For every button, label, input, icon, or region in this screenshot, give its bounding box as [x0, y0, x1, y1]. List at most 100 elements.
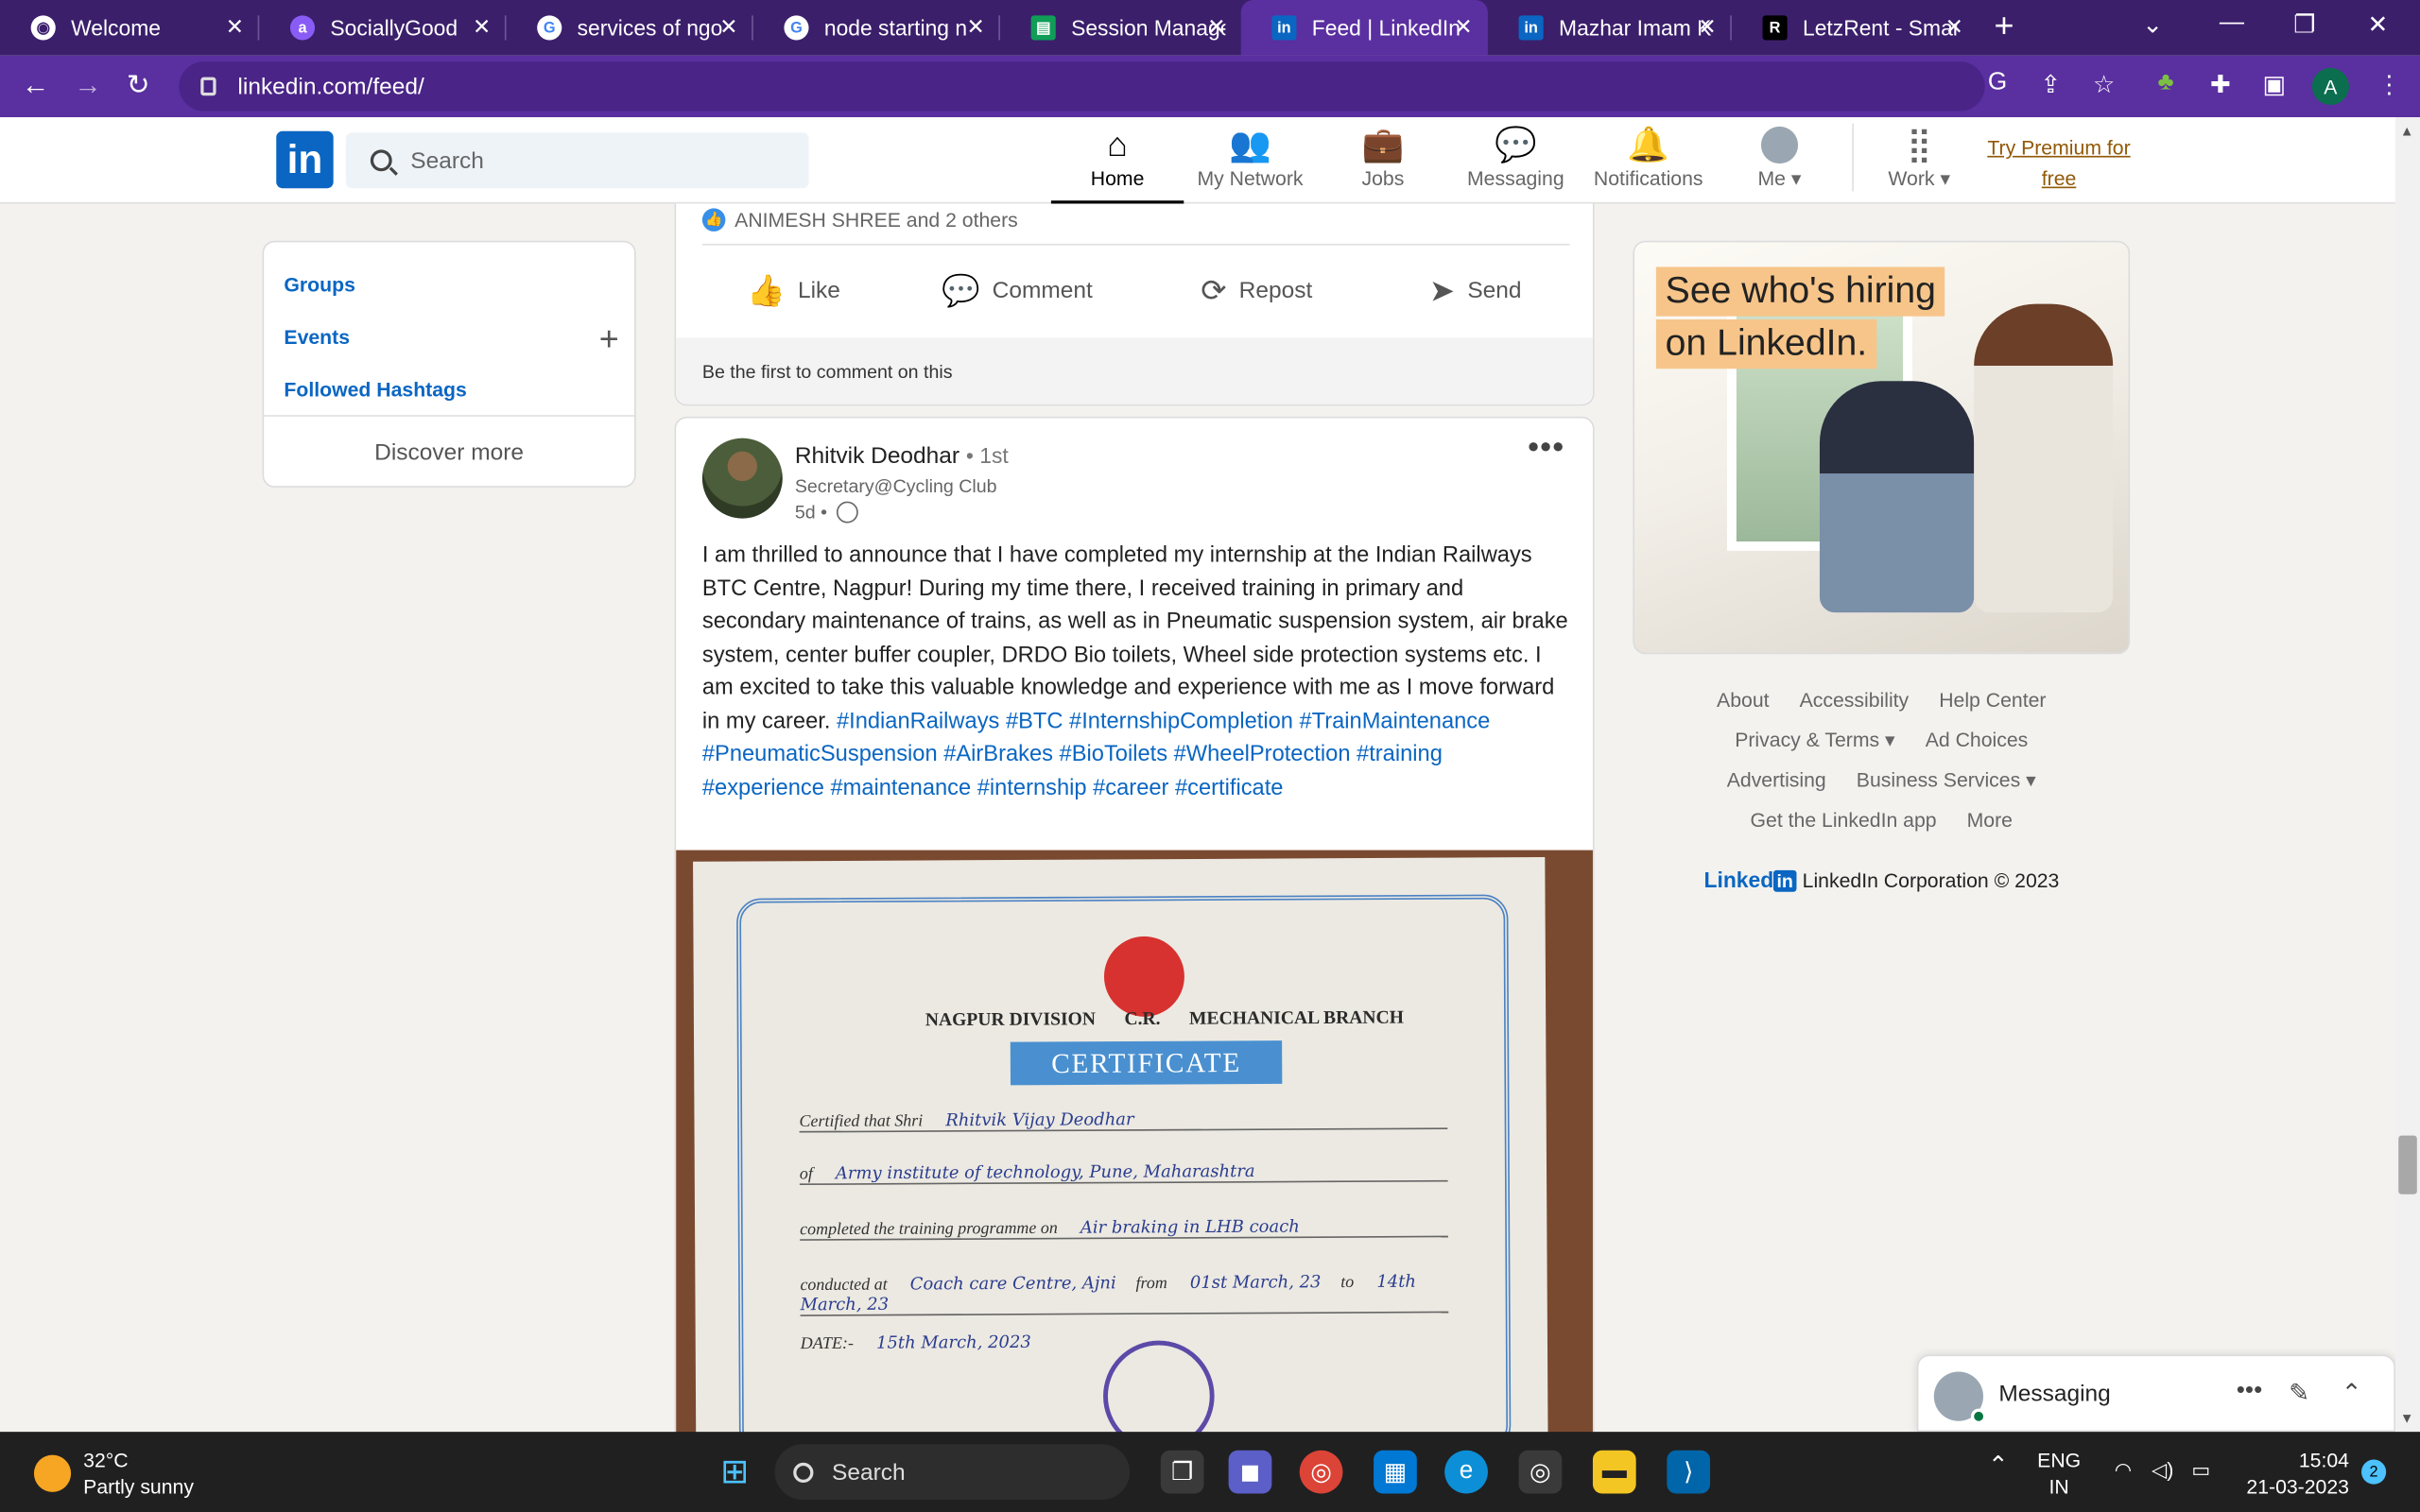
close-tab-icon[interactable]: ✕ — [719, 14, 737, 41]
volume-icon[interactable]: ◁) — [2152, 1456, 2173, 1483]
reload-icon[interactable]: ↻ — [127, 69, 150, 101]
tab-title: node starting n — [823, 15, 968, 41]
more-options-icon[interactable]: ••• — [2237, 1378, 2262, 1405]
extension-tree-icon[interactable]: ♣ — [2158, 69, 2174, 96]
vscode-icon[interactable]: ⟩ — [1667, 1450, 1711, 1494]
google-lens-icon[interactable]: G — [1988, 69, 2007, 96]
nav-me-text: Me — [1757, 166, 1786, 190]
tab-mazhar-imam[interactable]: in Mazhar Imam K ✕ — [1488, 0, 1732, 56]
footer-link-privacy-terms[interactable]: Privacy & Terms ▾ — [1735, 729, 1894, 751]
chrome-icon[interactable]: ◎ — [1299, 1450, 1343, 1494]
close-tab-icon[interactable]: ✕ — [226, 14, 244, 41]
side-panel-icon[interactable]: ▣ — [2263, 69, 2287, 100]
more-options-icon[interactable]: ••• — [1528, 431, 1564, 467]
compose-icon[interactable]: ✎ — [2289, 1378, 2309, 1409]
close-tab-icon[interactable]: ✕ — [1698, 14, 1716, 41]
chrome-menu-icon[interactable]: ⋮ — [2377, 69, 2401, 100]
repost-label: Repost — [1238, 277, 1313, 304]
search-input[interactable]: Search — [345, 132, 809, 189]
close-tab-icon[interactable]: ✕ — [473, 14, 491, 41]
close-tab-icon[interactable]: ✕ — [1454, 14, 1472, 41]
teams-chat-icon[interactable]: ◼ — [1228, 1450, 1272, 1494]
comment-button[interactable]: 💬 Comment — [942, 271, 1093, 310]
clock[interactable]: 15:04 21-03-2023 — [2244, 1447, 2349, 1500]
messaging-overlay[interactable]: Messaging ••• ✎ ⌃ — [1916, 1354, 2395, 1433]
cert-label: from — [1135, 1274, 1167, 1294]
back-icon[interactable]: ← — [22, 69, 49, 101]
close-tab-icon[interactable]: ✕ — [1207, 14, 1225, 41]
reaction-summary[interactable]: 👍 ANIMESH SHREE and 2 others — [701, 208, 1018, 232]
messaging-title: Messaging — [1998, 1381, 2111, 1408]
chrome-profile-icon[interactable]: ◎ — [1518, 1450, 1563, 1494]
nav-work[interactable]: ⣿ Work ▾ — [1852, 123, 1984, 192]
restore-icon[interactable]: ❐ — [2293, 9, 2315, 41]
linkedin-logo[interactable]: in — [276, 130, 334, 189]
language-indicator[interactable]: ENG IN — [2037, 1447, 2081, 1500]
try-premium-link[interactable]: Try Premium for free — [1981, 132, 2135, 194]
bookmark-star-icon[interactable]: ☆ — [2093, 69, 2115, 100]
footer-link-help-center[interactable]: Help Center — [1939, 688, 2046, 711]
weather-widget[interactable]: 32°C Partly sunny — [33, 1447, 194, 1500]
hiring-ad[interactable]: See who's hiring on LinkedIn. — [1633, 240, 2131, 655]
like-button[interactable]: 👍 Like — [747, 271, 840, 310]
tab-feed-linkedin[interactable]: in Feed | LinkedIn ✕ — [1240, 0, 1488, 56]
footer-link-more[interactable]: More — [1967, 809, 2013, 832]
sidebar-item-followed-hashtags[interactable]: Followed Hashtags — [284, 378, 466, 401]
profile-avatar[interactable]: A — [2311, 67, 2349, 106]
wordmark-text: Linked — [1703, 867, 1774, 892]
nav-notifications[interactable]: 🔔 Notifications — [1582, 124, 1715, 190]
microsoft-store-icon[interactable]: ▦ — [1374, 1450, 1417, 1494]
post-image[interactable]: NAGPUR DIVISION C.R. MECHANICAL BRANCH C… — [676, 850, 1593, 1434]
nav-my-network[interactable]: 👥 My Network — [1184, 124, 1316, 190]
tab-services-ngo[interactable]: G services of ngo ✕ — [507, 0, 753, 56]
sidebar-item-events[interactable]: Events — [284, 325, 350, 348]
task-view-icon[interactable]: ❐ — [1160, 1450, 1204, 1494]
new-tab-button[interactable]: + — [1994, 7, 2014, 46]
extensions-puzzle-icon[interactable]: ✚ — [2210, 69, 2231, 100]
url-omnibox[interactable]: linkedin.com/feed/ — [179, 61, 1985, 112]
scroll-up-icon[interactable]: ▲ — [2400, 124, 2414, 139]
file-explorer-icon[interactable]: ▬ — [1592, 1450, 1636, 1494]
footer-link-ad-choices[interactable]: Ad Choices — [1926, 729, 2029, 751]
nav-me[interactable]: Me ▾ — [1713, 124, 1845, 192]
footer-link-advertising[interactable]: Advertising — [1727, 768, 1826, 791]
minimize-icon[interactable]: — — [2220, 9, 2244, 37]
author-avatar[interactable] — [701, 438, 783, 519]
send-button[interactable]: ➤ Send — [1429, 271, 1522, 310]
wifi-icon[interactable]: ◠ — [2115, 1456, 2133, 1483]
edge-icon[interactable]: e — [1444, 1450, 1488, 1494]
footer-link-about[interactable]: About — [1717, 688, 1769, 711]
tab-sociallygood[interactable]: a SociallyGood ✕ — [259, 0, 507, 56]
scrollbar-thumb[interactable] — [2398, 1135, 2417, 1194]
share-icon[interactable]: ⇪ — [2040, 69, 2061, 100]
footer-link-accessibility[interactable]: Accessibility — [1800, 688, 1910, 711]
tab-welcome[interactable]: ◉ Welcome ✕ — [0, 0, 260, 56]
tab-letzrent[interactable]: R LetzRent - Smar ✕ — [1732, 0, 1979, 56]
scroll-down-icon[interactable]: ▼ — [2400, 1410, 2414, 1425]
tab-search-icon[interactable]: ⌄ — [2142, 9, 2163, 41]
tab-session-manage[interactable]: ▤ Session Manage ✕ — [1000, 0, 1241, 56]
add-event-icon[interactable]: + — [599, 319, 619, 359]
forward-icon[interactable]: → — [74, 69, 101, 101]
battery-icon[interactable]: ▭ — [2191, 1456, 2210, 1483]
tab-node-starting[interactable]: G node starting n ✕ — [753, 0, 1000, 56]
sidebar-item-groups[interactable]: Groups — [284, 273, 354, 296]
taskbar-search[interactable]: Search — [774, 1444, 1131, 1500]
nav-home[interactable]: ⌂ Home — [1050, 124, 1184, 204]
chevron-up-icon[interactable]: ⌃ — [2342, 1378, 2362, 1409]
close-tab-icon[interactable]: ✕ — [1945, 14, 1963, 41]
notification-count-badge[interactable]: 2 — [2361, 1459, 2387, 1485]
author-name-row[interactable]: Rhitvik Deodhar • 1st — [795, 443, 1009, 470]
page-scrollbar[interactable] — [2394, 117, 2420, 1433]
windows-start-icon[interactable]: ⊞ — [713, 1451, 756, 1494]
nav-jobs[interactable]: 💼 Jobs — [1317, 124, 1449, 190]
close-tab-icon[interactable]: ✕ — [967, 14, 985, 41]
close-window-icon[interactable]: ✕ — [2368, 9, 2389, 41]
cert-date-row: DATE:- 15th March, 2023 — [801, 1332, 1047, 1354]
footer-link-get-app[interactable]: Get the LinkedIn app — [1751, 809, 1937, 832]
discover-more-button[interactable]: Discover more — [264, 439, 634, 466]
show-hidden-icons-icon[interactable]: ⌃ — [1988, 1453, 2009, 1480]
nav-messaging[interactable]: 💬 Messaging — [1449, 124, 1582, 190]
repost-button[interactable]: ⟳ Repost — [1201, 271, 1312, 310]
footer-link-business-services[interactable]: Business Services ▾ — [1857, 768, 2036, 791]
